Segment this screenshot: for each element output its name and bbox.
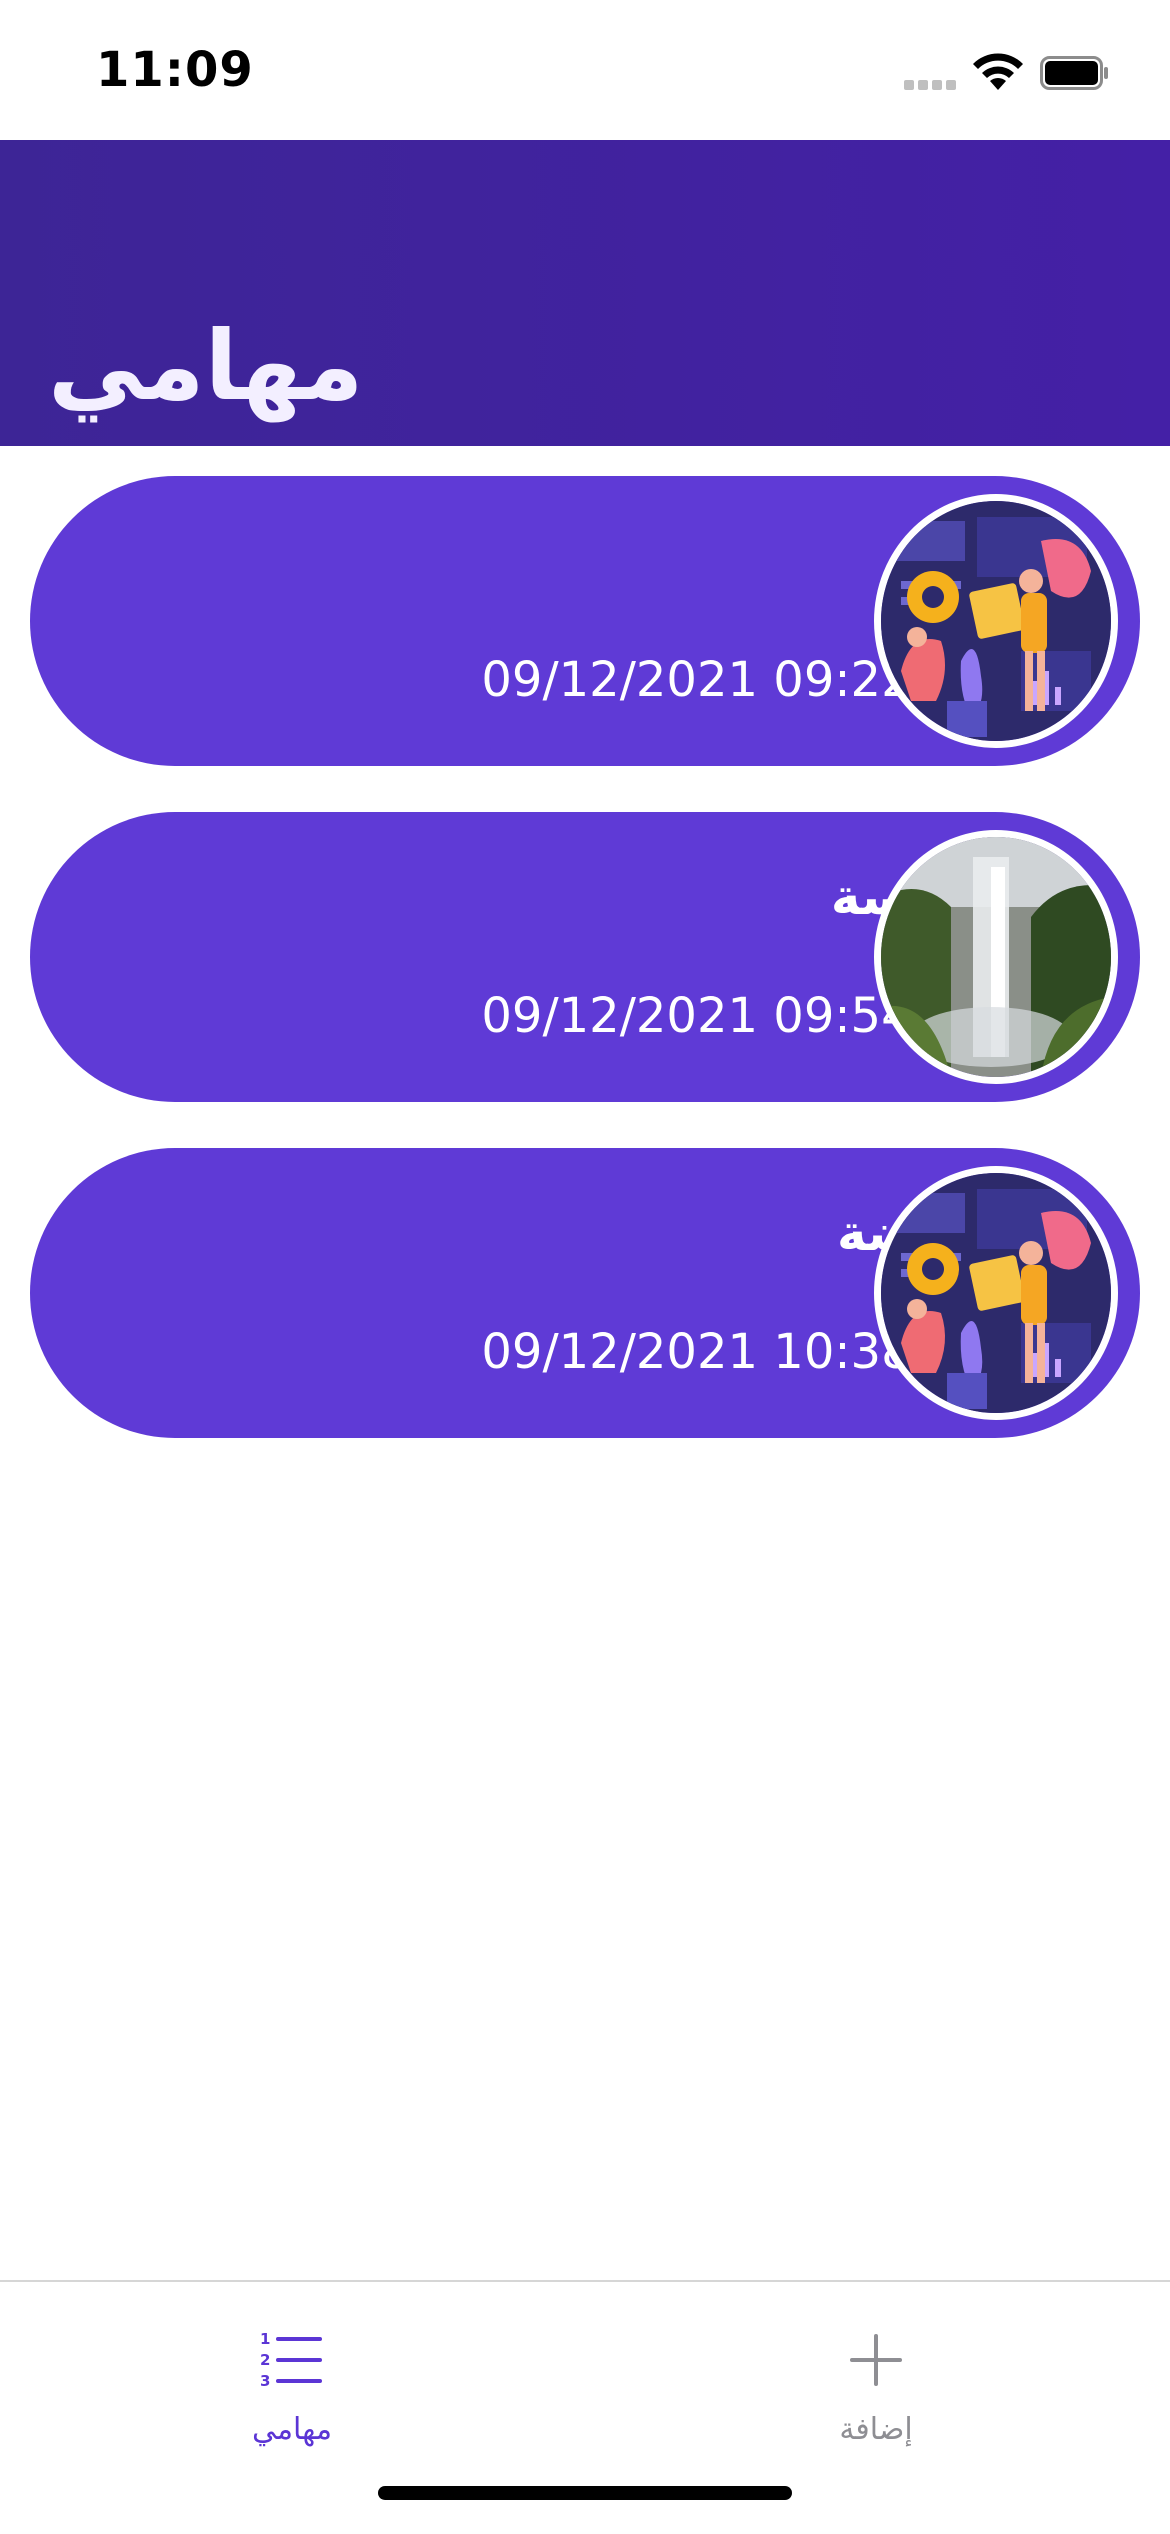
numbered-list-icon: 1 2 3 (260, 2330, 322, 2390)
tab-add[interactable]: إضافة (746, 2302, 1006, 2462)
status-bar: 11:09 (0, 0, 1170, 140)
task-card[interactable]: دراسة 09/12/2021 09:54PM (30, 812, 1140, 1102)
svg-text:1: 1 (260, 2330, 270, 2348)
task-image (874, 494, 1118, 748)
svg-text:2: 2 (260, 2351, 270, 2369)
task-card[interactable]: رياضة 09/12/2021 10:38PM (30, 1148, 1140, 1438)
tab-label: مهامي (251, 2412, 333, 2447)
task-image (874, 1166, 1118, 1420)
tab-label: إضافة (839, 2412, 913, 2447)
home-indicator[interactable] (378, 2486, 792, 2500)
tab-my-tasks[interactable]: 1 2 3 مهامي (162, 2302, 422, 2462)
cellular-signal-icon (904, 66, 960, 90)
task-image (874, 830, 1118, 1084)
status-time: 11:09 (96, 42, 254, 98)
plus-icon (850, 2334, 902, 2386)
battery-icon (1040, 56, 1108, 90)
page-title: مهامي (48, 310, 364, 422)
task-card[interactable]: 09/12/2021 09:22PM (30, 476, 1140, 766)
wifi-icon (973, 53, 1023, 90)
svg-text:3: 3 (260, 2372, 270, 2390)
navigation-header: مهامي (0, 140, 1170, 446)
